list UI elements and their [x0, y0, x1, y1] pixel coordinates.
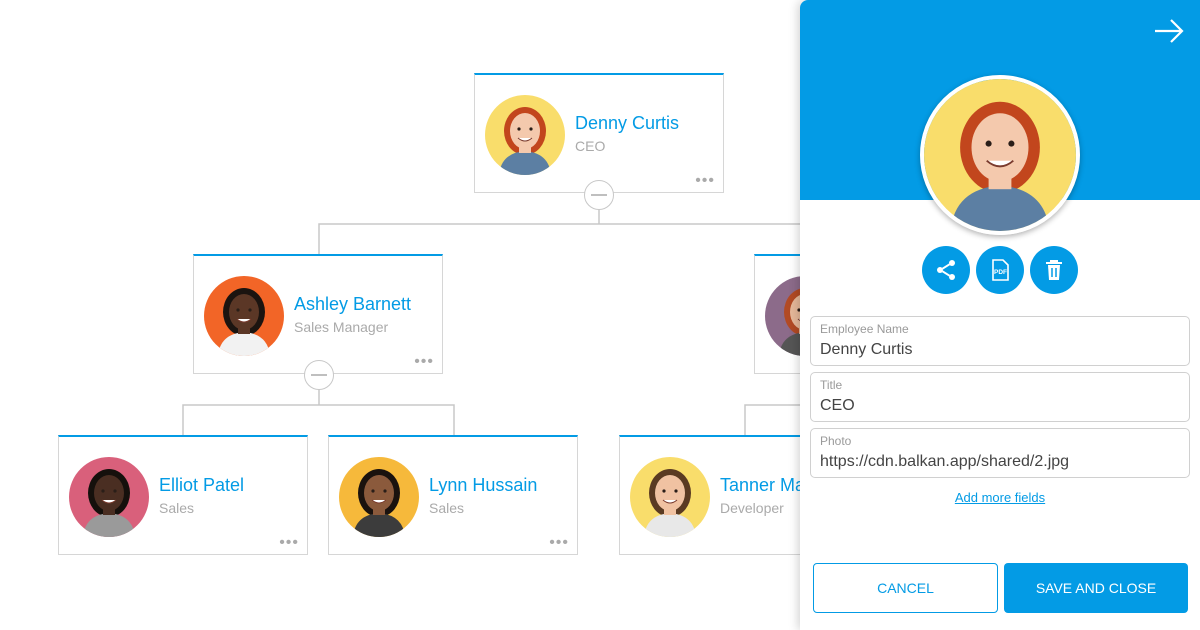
- collapse-toggle-ashley[interactable]: [304, 360, 334, 390]
- cancel-button[interactable]: CANCEL: [813, 563, 998, 613]
- more-dots-icon[interactable]: •••: [279, 535, 299, 551]
- profile-photo: [920, 75, 1080, 235]
- avatar: [485, 95, 565, 175]
- person-portrait: [485, 95, 565, 175]
- person-portrait: [339, 457, 419, 537]
- node-title: Sales: [159, 500, 195, 516]
- avatar: [204, 276, 284, 356]
- person-portrait: [204, 276, 284, 356]
- avatar: [339, 457, 419, 537]
- node-title: Sales Manager: [294, 319, 389, 335]
- org-node-lynn[interactable]: Lynn Hussain Sales •••: [328, 435, 578, 555]
- node-name: Denny Curtis: [575, 113, 680, 133]
- photo-url-input[interactable]: [820, 451, 1180, 473]
- more-dots-icon[interactable]: •••: [549, 535, 569, 551]
- field-label: Employee Name: [820, 322, 909, 336]
- org-node-denny[interactable]: Denny Curtis CEO •••: [474, 73, 724, 193]
- save-and-close-button[interactable]: SAVE AND CLOSE: [1004, 563, 1188, 613]
- edit-panel: PDF Employee Name Title Photo Add more f…: [800, 0, 1200, 630]
- title-input[interactable]: [820, 395, 1180, 417]
- connector-ceo-to-managers: [318, 195, 820, 255]
- node-name: Elliot Patel: [159, 475, 245, 495]
- node-name: Ashley Barnett: [294, 294, 412, 314]
- org-node-ashley[interactable]: Ashley Barnett Sales Manager •••: [193, 254, 443, 374]
- org-node-elliot[interactable]: Elliot Patel Sales •••: [58, 435, 308, 555]
- avatar: [630, 457, 710, 537]
- employee-name-input[interactable]: [820, 339, 1180, 361]
- pdf-icon: PDF: [992, 259, 1009, 281]
- employee-name-field[interactable]: Employee Name: [810, 316, 1190, 366]
- person-portrait: [924, 79, 1076, 231]
- share-button[interactable]: [922, 246, 970, 294]
- person-portrait: [630, 457, 710, 537]
- arrow-right-icon[interactable]: [1152, 14, 1186, 48]
- field-label: Title: [820, 378, 843, 392]
- title-field[interactable]: Title: [810, 372, 1190, 422]
- avatar: [69, 457, 149, 537]
- node-title: Sales: [429, 500, 465, 516]
- add-more-fields-link[interactable]: Add more fields: [800, 490, 1200, 505]
- photo-field[interactable]: Photo: [810, 428, 1190, 478]
- node-title: Developer: [720, 500, 784, 516]
- pdf-button[interactable]: PDF: [976, 246, 1024, 294]
- trash-icon: [1046, 260, 1062, 280]
- more-dots-icon[interactable]: •••: [414, 354, 434, 370]
- node-name: Lynn Hussain: [429, 475, 538, 495]
- more-dots-icon[interactable]: •••: [695, 173, 715, 189]
- collapse-toggle-denny[interactable]: [584, 180, 614, 210]
- node-name: Tanner Ma: [720, 475, 806, 495]
- pdf-icon-text: PDF: [994, 269, 1007, 276]
- node-title: CEO: [575, 138, 606, 154]
- delete-button[interactable]: [1030, 246, 1078, 294]
- field-label: Photo: [820, 434, 852, 448]
- person-portrait: [69, 457, 149, 537]
- share-icon: [937, 260, 955, 280]
